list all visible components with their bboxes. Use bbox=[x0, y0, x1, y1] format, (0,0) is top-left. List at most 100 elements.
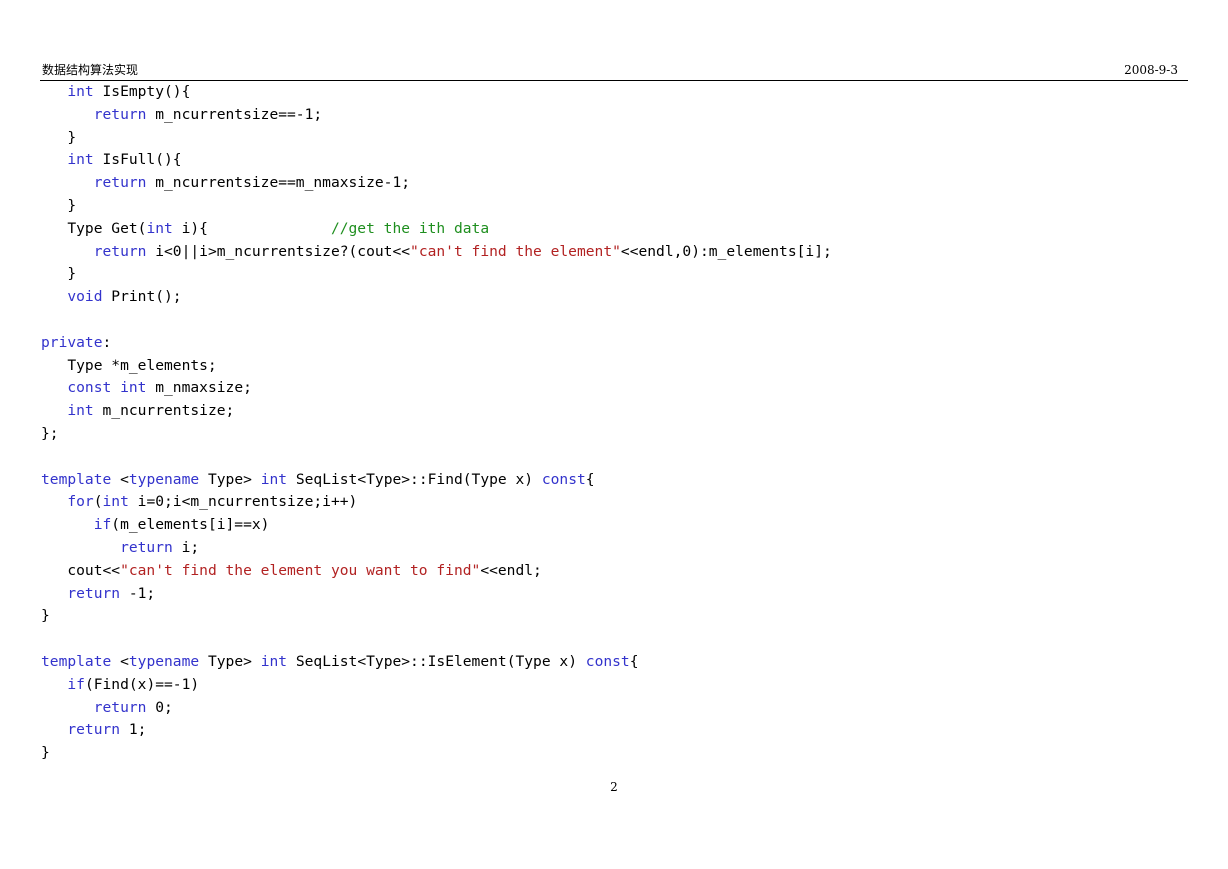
code-token: } bbox=[41, 265, 77, 283]
code-keyword: int bbox=[260, 470, 288, 488]
code-keyword: const bbox=[67, 379, 112, 397]
code-token: <<endl; bbox=[480, 561, 542, 579]
code-keyword: int bbox=[67, 151, 94, 169]
code-keyword: return bbox=[67, 721, 121, 739]
code-line: return m_ncurrentsize==-1; bbox=[41, 104, 832, 127]
code-keyword: if bbox=[93, 516, 112, 534]
page-header: 数据结构算法实现 2008-9-3 bbox=[40, 62, 1188, 81]
code-line: private: bbox=[41, 332, 832, 355]
code-keyword: int bbox=[102, 493, 129, 511]
code-keyword: template bbox=[41, 470, 112, 488]
code-keyword: int bbox=[67, 402, 94, 420]
code-token: SeqList<Type>::Find(Type x) bbox=[287, 470, 542, 488]
code-token: m_ncurrentsize; bbox=[93, 402, 235, 420]
code-line: for(int i=0;i<m_ncurrentsize;i++) bbox=[41, 491, 832, 514]
code-keyword: return bbox=[120, 538, 173, 556]
code-token: Type *m_elements; bbox=[41, 356, 217, 374]
code-line: Type *m_elements; bbox=[41, 355, 832, 378]
code-token: { bbox=[629, 652, 639, 670]
code-keyword: if bbox=[67, 675, 85, 693]
code-keyword: template bbox=[41, 652, 112, 670]
code-token: i){ bbox=[172, 219, 331, 237]
code-line: if(m_elements[i]==x) bbox=[41, 514, 832, 537]
code-token: (Find(x)==-1) bbox=[84, 675, 200, 693]
code-keyword: int bbox=[67, 83, 94, 100]
code-token: Type> bbox=[199, 652, 261, 670]
code-token: m_nmaxsize; bbox=[146, 379, 252, 397]
code-token: 0; bbox=[146, 698, 173, 716]
header-date: 2008-9-3 bbox=[1124, 63, 1178, 77]
code-token: { bbox=[585, 470, 595, 488]
code-keyword: return bbox=[93, 242, 147, 260]
code-token: Type Get( bbox=[41, 219, 147, 237]
code-token: ( bbox=[93, 493, 103, 511]
code-token: } bbox=[41, 744, 50, 762]
code-line: return 1; bbox=[41, 719, 832, 742]
code-comment: //get the ith data bbox=[330, 219, 490, 237]
code-line: Type Get(int i){ //get the ith data bbox=[41, 218, 832, 241]
code-token: < bbox=[111, 470, 129, 488]
code-keyword: typename bbox=[128, 470, 200, 488]
code-token: m_ncurrentsize==-1; bbox=[146, 105, 323, 123]
code-token: i; bbox=[172, 538, 200, 556]
code-token: (m_elements[i]==x) bbox=[111, 516, 270, 534]
code-token: : bbox=[102, 333, 112, 351]
code-token: <<endl,0):m_elements[i]; bbox=[620, 242, 832, 260]
code-keyword: int bbox=[260, 652, 288, 670]
code-keyword: private bbox=[41, 333, 103, 351]
code-token: -1; bbox=[120, 584, 156, 602]
code-token: } bbox=[41, 196, 77, 214]
code-keyword: typename bbox=[128, 652, 200, 670]
code-token: } bbox=[41, 607, 50, 625]
code-line: void Print(); bbox=[41, 286, 832, 309]
code-keyword: for bbox=[67, 493, 94, 511]
code-line: }; bbox=[41, 423, 832, 446]
code-token: Type> bbox=[199, 470, 261, 488]
code-line: template <typename Type> int SeqList<Typ… bbox=[41, 651, 832, 674]
code-line: } bbox=[41, 263, 832, 286]
code-token: IsFull(){ bbox=[93, 151, 182, 169]
code-token: } bbox=[41, 128, 77, 146]
code-line: } bbox=[41, 127, 832, 150]
code-block: int IsEmpty(){ return m_ncurrentsize==-1… bbox=[41, 81, 832, 765]
code-line: cout<<"can't find the element you want t… bbox=[41, 560, 832, 583]
code-line: return i<0||i>m_ncurrentsize?(cout<<"can… bbox=[41, 241, 832, 264]
code-token: cout<< bbox=[41, 561, 121, 579]
code-token: 1; bbox=[120, 721, 147, 739]
code-token: i=0;i<m_ncurrentsize;i++) bbox=[128, 493, 358, 511]
code-line: return m_ncurrentsize==m_nmaxsize-1; bbox=[41, 172, 832, 195]
code-token: SeqList<Type>::IsElement(Type x) bbox=[287, 652, 586, 670]
code-line: } bbox=[41, 605, 832, 628]
code-line: int IsEmpty(){ bbox=[41, 81, 832, 104]
code-keyword: int bbox=[146, 219, 173, 237]
code-line: return 0; bbox=[41, 697, 832, 720]
code-token: }; bbox=[41, 424, 59, 442]
code-keyword: void bbox=[67, 288, 103, 306]
code-keyword: return bbox=[67, 584, 121, 602]
code-token: < bbox=[111, 652, 129, 670]
code-token: Print(); bbox=[102, 288, 182, 306]
code-line: return -1; bbox=[41, 583, 832, 606]
code-line: return i; bbox=[41, 537, 832, 560]
code-keyword: const bbox=[585, 652, 630, 670]
code-keyword: int bbox=[120, 379, 147, 397]
code-token: m_ncurrentsize==m_nmaxsize-1; bbox=[146, 174, 411, 192]
code-line: } bbox=[41, 195, 832, 218]
code-line: template <typename Type> int SeqList<Typ… bbox=[41, 469, 832, 492]
code-line: int IsFull(){ bbox=[41, 149, 832, 172]
